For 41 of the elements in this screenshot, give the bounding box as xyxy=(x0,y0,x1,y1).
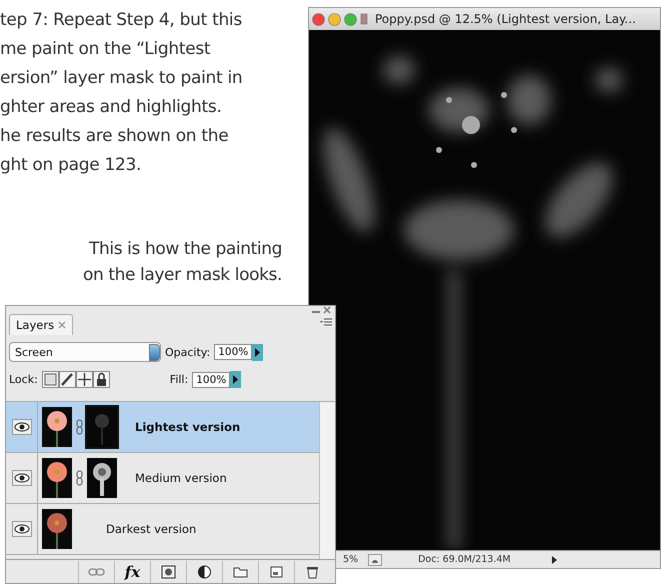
blend-mode-select[interactable]: Screen xyxy=(9,342,161,362)
padlock-icon[interactable] xyxy=(92,371,110,388)
layers-tab[interactable]: Layers xyxy=(9,314,74,335)
chain-icon xyxy=(76,419,83,435)
new-layer-icon[interactable] xyxy=(268,564,285,578)
move-icon[interactable] xyxy=(76,371,93,388)
zoom-button[interactable] xyxy=(344,12,357,26)
panel-menu-icon[interactable] xyxy=(320,318,332,327)
chain-icon xyxy=(76,470,83,486)
layer-row[interactable]: Lightest version xyxy=(6,402,319,453)
layer-name: Darkest version xyxy=(106,522,196,536)
effects-button[interactable]: fx xyxy=(124,562,140,580)
lock-transparency-icon[interactable] xyxy=(42,371,59,388)
close-icon[interactable] xyxy=(323,306,331,314)
minimize-button[interactable] xyxy=(328,12,341,26)
layer-name: Medium version xyxy=(135,471,227,485)
eye-icon[interactable] xyxy=(12,419,32,435)
layer-row[interactable]: Darkest version xyxy=(6,504,319,555)
layer-row[interactable]: Medium version xyxy=(6,453,319,504)
fill-field[interactable]: 100% xyxy=(192,372,230,388)
trash-icon[interactable] xyxy=(304,564,321,578)
status-info: Doc: 69.0M/213.4M xyxy=(418,554,511,565)
layer-name: Lightest version xyxy=(135,420,240,434)
folder-icon[interactable] xyxy=(232,564,249,578)
brush-icon[interactable] xyxy=(58,371,76,388)
eye-icon[interactable] xyxy=(12,521,32,537)
fill-label: Fill: xyxy=(170,373,188,386)
document-icon xyxy=(360,13,368,25)
adjustment-icon[interactable] xyxy=(196,564,213,578)
instruction-paragraph: tep 7: Repeat Step 4, but this me paint on the “Lightest ersion” layer mask to paint in ghter areas and highlights. he results are shown on the ght on page 123. xyxy=(0,9,242,177)
eye-icon[interactable] xyxy=(12,470,32,486)
zoom-readout: 5% xyxy=(342,554,358,565)
scrollbar[interactable] xyxy=(319,402,335,559)
opacity-field[interactable]: 100% xyxy=(214,344,252,360)
opacity-label: Opacity: xyxy=(165,346,210,358)
close-button[interactable] xyxy=(312,12,325,26)
caption-text: This is how the painting on the layer mask looks. xyxy=(82,238,282,287)
mask-icon[interactable] xyxy=(160,564,177,578)
lock-label: Lock: xyxy=(9,373,38,386)
window-title: Poppy.psd @ 12.5% (Lightest version, Lay... xyxy=(375,12,636,26)
close-icon[interactable] xyxy=(58,321,66,329)
